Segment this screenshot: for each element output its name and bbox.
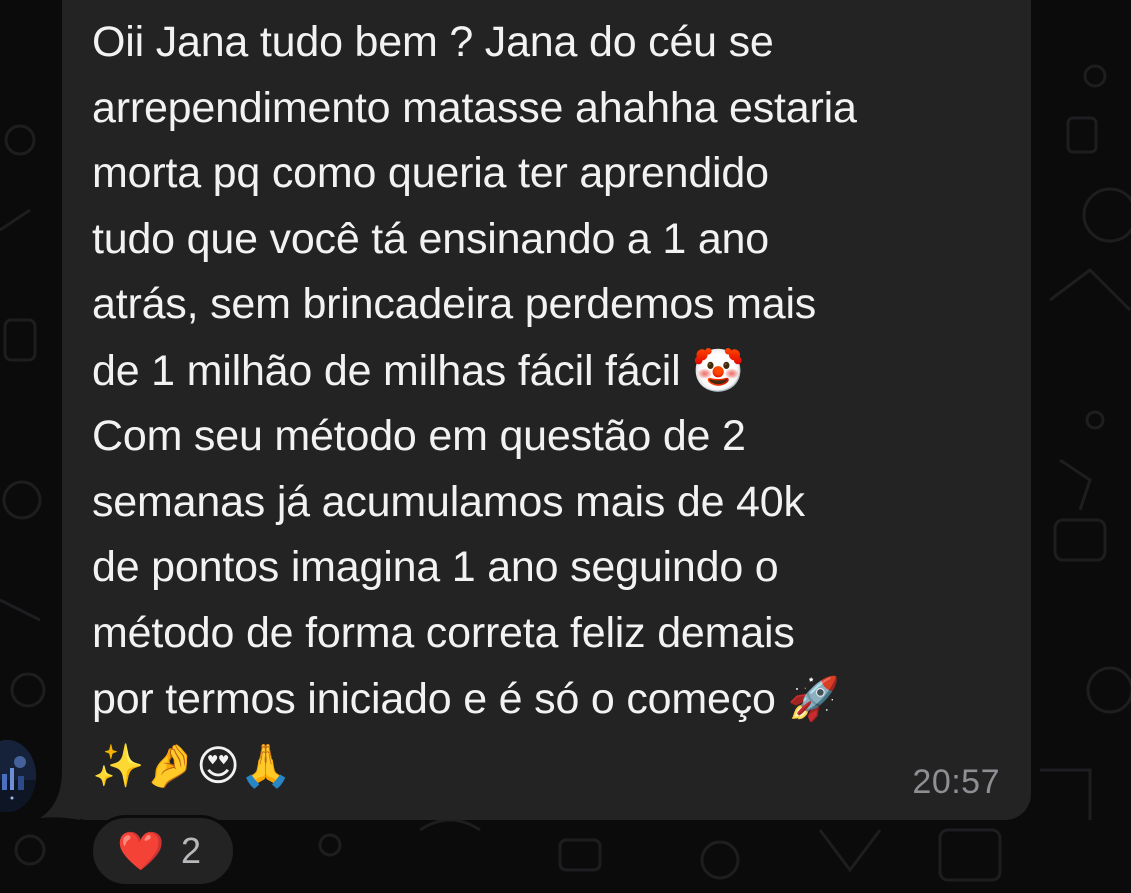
message-line: Com seu método em questão de 2 xyxy=(92,412,746,460)
message-line: de pontos imagina 1 ano seguindo o xyxy=(92,543,779,591)
reaction-badge[interactable]: ❤️ 2 xyxy=(90,815,236,887)
message-timestamp: 20:57 xyxy=(912,763,1000,801)
reaction-count: 2 xyxy=(181,830,202,871)
message-line: Oii Jana tudo bem ? Jana do céu se xyxy=(92,18,774,66)
message-line: morta pq como queria ter aprendido xyxy=(92,149,769,197)
message-line: de 1 milhão de milhas fácil fácil xyxy=(92,346,681,395)
message-line: por termos iniciado e é só o começo xyxy=(92,675,776,723)
rocket-emoji: 🚀 xyxy=(787,674,840,723)
message-line: semanas já acumulamos mais de 40k xyxy=(92,477,805,526)
message-line: arrependimento matasse ahahha estaria xyxy=(92,83,857,132)
message-line: atrás, sem brincadeira perdemos mais xyxy=(92,280,817,328)
heart-reaction-icon: ❤️ xyxy=(117,828,165,873)
message-line: tudo que você tá ensinando a 1 ano xyxy=(92,214,769,263)
message-text: Oii Jana tudo bem ? Jana do céu se arrep… xyxy=(92,10,1012,799)
clown-emoji: 🤡 xyxy=(692,345,745,395)
message-line: método de forma correta feliz demais xyxy=(92,608,795,657)
emoji-row: ✨🤌😍🙏 xyxy=(92,740,292,790)
